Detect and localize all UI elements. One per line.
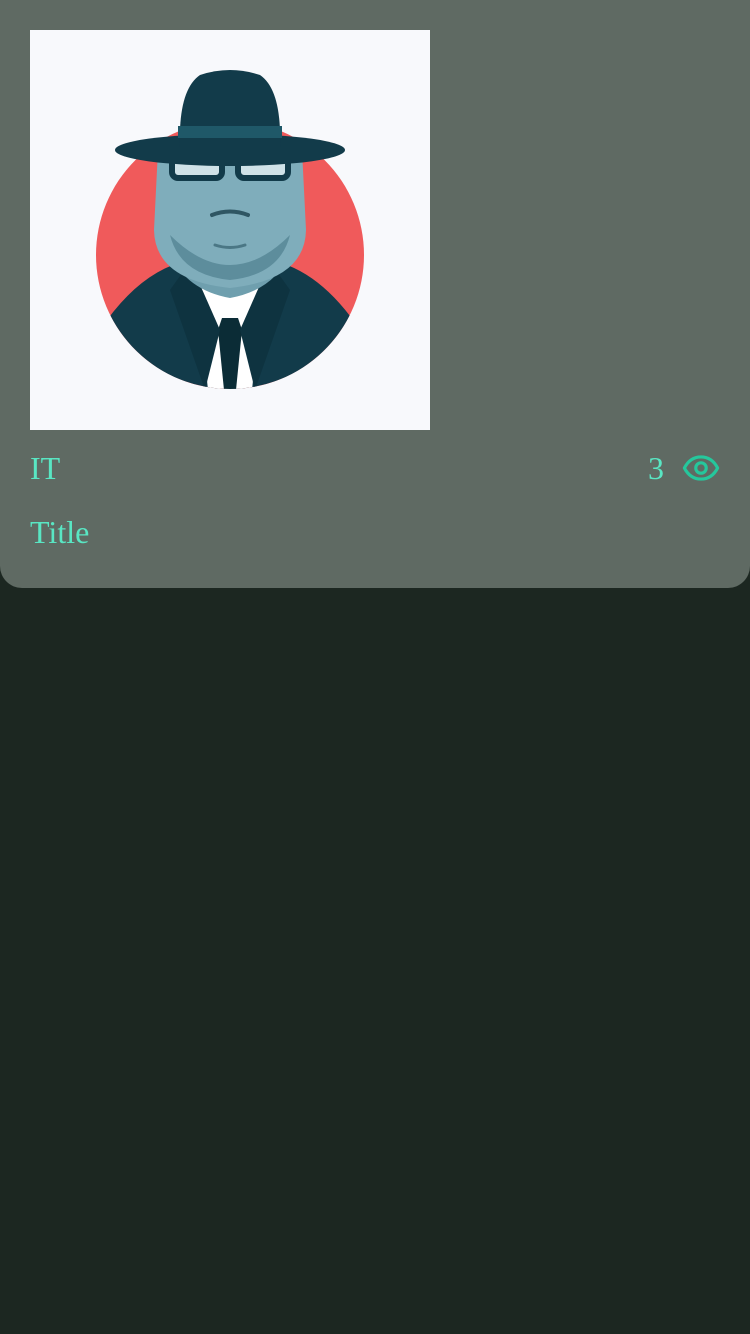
post-title[interactable]: Title <box>30 510 89 554</box>
detective-avatar-image <box>96 70 364 389</box>
eye-icon <box>682 455 720 481</box>
post-card[interactable]: IT 3 Title <box>0 0 750 588</box>
views-counter: 3 <box>648 446 720 490</box>
post-category[interactable]: IT <box>30 446 60 490</box>
post-meta-row: IT 3 <box>30 446 720 490</box>
views-count: 3 <box>648 450 664 486</box>
post-image[interactable] <box>30 30 430 430</box>
